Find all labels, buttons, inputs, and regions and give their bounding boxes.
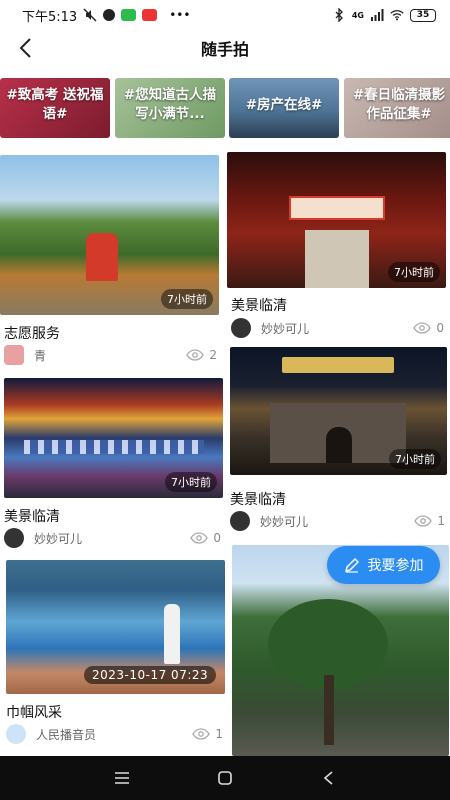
eye-icon [413, 322, 432, 334]
gate-sign [289, 196, 385, 220]
back-button[interactable] [10, 33, 40, 63]
view-count: 1 [414, 514, 447, 528]
bluetooth-icon [335, 8, 343, 22]
topic-card[interactable]: #致高考 送祝福语# [0, 78, 110, 138]
chevron-left-icon [19, 38, 31, 58]
eye-icon [192, 728, 211, 740]
qq-icon [103, 9, 116, 21]
time-badge: 7小时前 [389, 449, 441, 469]
date-badge: 2023-10-17 07:23 [84, 666, 217, 684]
back-triangle-icon [324, 771, 333, 785]
post-meta: 人民播音员 1 [6, 724, 225, 744]
post-image: 7小时前 [230, 347, 447, 475]
back-nav-button[interactable] [308, 758, 348, 798]
time-badge: 7小时前 [165, 472, 217, 492]
view-count: 0 [190, 531, 223, 545]
view-number: 0 [213, 531, 221, 545]
avatar [230, 511, 250, 531]
topic-label: #春日临清摄影作品征集# [352, 87, 446, 122]
post-title: 美景临清 [230, 492, 286, 508]
tree-trunk [324, 675, 334, 745]
gate-doorway [305, 230, 369, 288]
wechat-icon [121, 9, 137, 21]
page-header: 随手拍 [0, 30, 450, 66]
post-image: 2023-10-17 07:23 [6, 560, 225, 694]
topic-card[interactable]: #房产在线# [229, 78, 339, 138]
page-title: 随手拍 [200, 40, 249, 59]
avatar [4, 345, 24, 365]
username: 人民播音员 [36, 727, 97, 742]
avatar [4, 528, 24, 548]
topic-label: #房产在线# [245, 97, 323, 113]
wifi-icon [390, 10, 404, 21]
view-count: 1 [192, 727, 225, 741]
post-meta: 妙妙可儿 0 [231, 318, 446, 338]
view-count: 2 [186, 348, 219, 362]
system-nav-bar [0, 756, 450, 800]
join-button-label: 我要参加 [367, 558, 424, 574]
time-badge: 7小时前 [161, 289, 213, 309]
topic-strip[interactable]: #致高考 送祝福语# #您知道古人描写小满节... #房产在线# #春日临清摄影… [0, 78, 450, 142]
topic-label: #致高考 送祝福语# [6, 87, 104, 122]
topic-card[interactable]: #春日临清摄影作品征集# [344, 78, 450, 138]
home-square-icon [218, 771, 232, 785]
post-meta: 妙妙可儿 0 [4, 528, 223, 548]
username: 妙妙可儿 [260, 514, 309, 529]
post-card[interactable]: 7小时前 志愿服务 青 2 [0, 155, 219, 370]
topic-card[interactable]: #您知道古人描写小满节... [115, 78, 225, 138]
mute-icon [83, 8, 97, 22]
avatar [231, 318, 251, 338]
menu-icon [114, 772, 129, 784]
username: 青 [34, 348, 47, 363]
network-label: 4G [351, 10, 364, 20]
tower-door [326, 427, 352, 463]
eye-icon [186, 349, 205, 361]
home-nav-button[interactable] [205, 758, 245, 798]
eye-icon [190, 532, 209, 544]
post-title: 美景临清 [4, 509, 60, 525]
person-figure [86, 233, 118, 281]
view-number: 1 [437, 514, 445, 528]
post-image: 7小时前 [0, 155, 219, 315]
tower-roof [282, 357, 394, 373]
signal-icon [371, 9, 384, 21]
status-time: 下午5:13 [22, 9, 78, 25]
person-figure [164, 604, 180, 664]
post-card[interactable]: 7小时前 美景临清 妙妙可儿 1 [230, 347, 447, 532]
post-title: 志愿服务 [4, 326, 60, 342]
topic-label: #您知道古人描写小满节... [123, 87, 217, 122]
view-number: 0 [436, 321, 444, 335]
view-number: 2 [209, 348, 217, 362]
post-meta: 青 2 [4, 345, 219, 365]
post-card[interactable]: 7小时前 美景临清 妙妙可儿 0 [227, 152, 446, 342]
post-image: 7小时前 [227, 152, 446, 288]
menu-nav-button[interactable] [102, 758, 142, 798]
view-count: 0 [413, 321, 446, 335]
eye-icon [414, 515, 433, 527]
post-image: 7小时前 [4, 378, 223, 498]
post-card[interactable]: 7小时前 美景临清 妙妙可儿 0 [4, 378, 223, 550]
view-number: 1 [215, 727, 223, 741]
time-badge: 7小时前 [388, 262, 440, 282]
more-dots-icon: ••• [169, 8, 191, 22]
stage-lights [24, 440, 204, 454]
post-meta: 妙妙可儿 1 [230, 511, 447, 531]
post-title: 美景临清 [231, 298, 287, 314]
avatar [6, 724, 26, 744]
pencil-icon [344, 557, 359, 573]
app-icon [142, 9, 158, 21]
status-bar: 下午5:13 ••• 4G 35 [0, 0, 450, 30]
username: 妙妙可儿 [261, 321, 310, 336]
join-button[interactable]: 我要参加 [327, 546, 440, 584]
username: 妙妙可儿 [34, 531, 83, 546]
post-title: 巾帼风采 [6, 705, 62, 721]
battery-icon: 35 [410, 8, 436, 22]
post-card[interactable]: 2023-10-17 07:23 巾帼风采 人民播音员 1 [6, 560, 225, 750]
